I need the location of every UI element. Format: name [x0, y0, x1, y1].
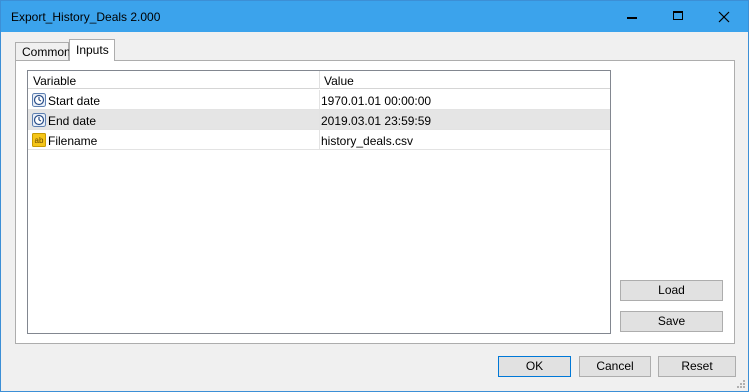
table-row[interactable]: Start date 1970.01.01 00:00:00 [28, 90, 610, 110]
close-button[interactable] [701, 1, 748, 32]
window-title: Export_History_Deals 2.000 [11, 10, 161, 24]
string-ab-icon: ab [32, 133, 46, 147]
inputs-panel: Variable Value Start date 1970.01.01 00:… [15, 60, 735, 344]
row-variable: End date [48, 114, 97, 128]
clock-icon [32, 113, 46, 127]
title-bar[interactable]: Export_History_Deals 2.000 [1, 1, 748, 32]
dialog-window: Export_History_Deals 2.000 Common Inputs… [0, 0, 749, 392]
load-button[interactable]: Load [620, 280, 723, 301]
resize-grip-icon[interactable] [736, 379, 746, 389]
table-row[interactable]: End date 2019.03.01 23:59:59 [28, 110, 610, 130]
minimize-button[interactable] [609, 1, 655, 32]
maximize-icon [673, 11, 683, 20]
table-row[interactable]: ab Filename history_deals.csv [28, 130, 610, 150]
inputs-grid[interactable]: Variable Value Start date 1970.01.01 00:… [27, 70, 611, 334]
row-variable: Start date [48, 94, 101, 108]
close-icon [718, 11, 730, 23]
svg-text:ab: ab [35, 136, 44, 145]
save-button[interactable]: Save [620, 311, 723, 332]
ok-button[interactable]: OK [498, 356, 571, 377]
tab-inputs[interactable]: Inputs [69, 39, 115, 61]
grid-header: Variable Value [28, 71, 610, 89]
clock-icon [32, 93, 46, 107]
minimize-icon [627, 17, 637, 19]
row-value[interactable]: history_deals.csv [321, 130, 609, 150]
reset-button[interactable]: Reset [658, 356, 736, 377]
cancel-button[interactable]: Cancel [579, 356, 651, 377]
row-value[interactable]: 1970.01.01 00:00:00 [321, 90, 609, 110]
column-header-variable[interactable]: Variable [28, 71, 320, 89]
row-value[interactable]: 2019.03.01 23:59:59 [321, 110, 609, 130]
maximize-button[interactable] [655, 1, 701, 32]
column-header-value[interactable]: Value [320, 71, 610, 89]
tab-common[interactable]: Common [15, 42, 71, 61]
row-variable: Filename [48, 134, 98, 148]
